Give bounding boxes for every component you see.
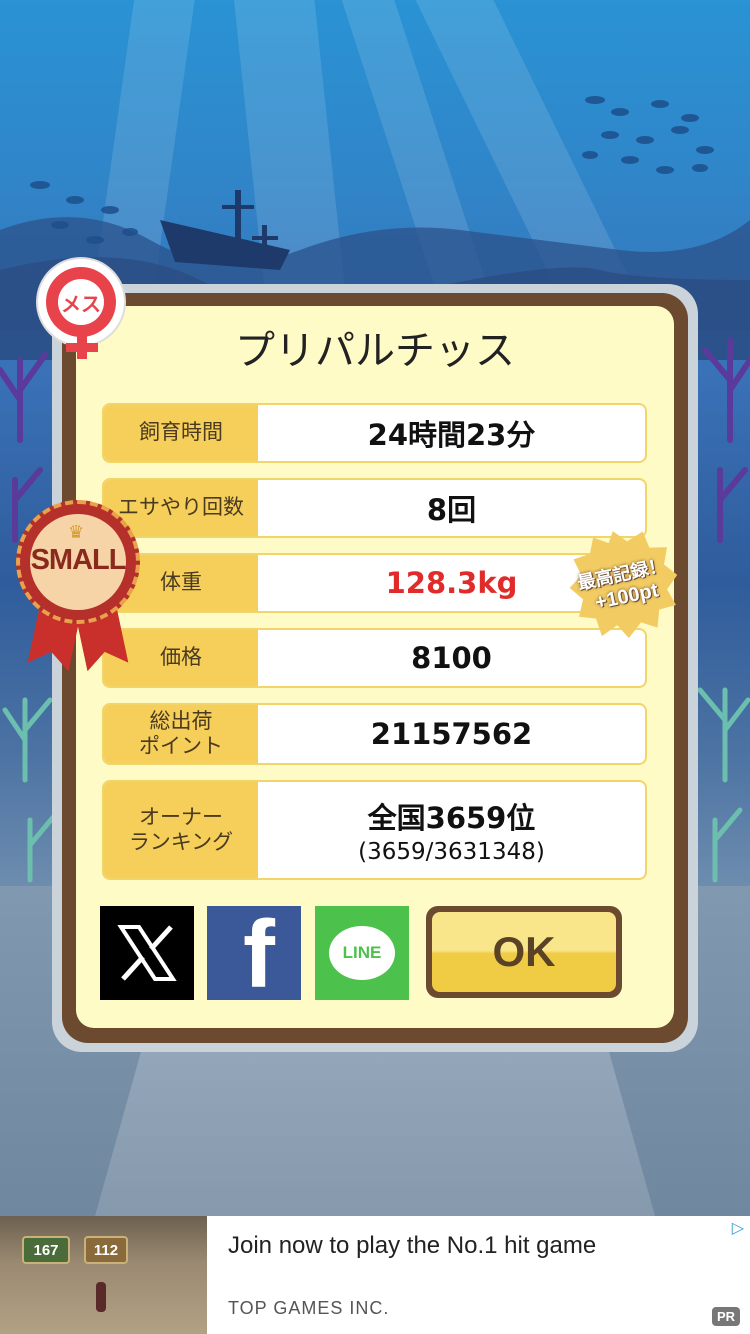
stat-value: 24時間23分: [367, 418, 536, 452]
ok-button[interactable]: OK: [426, 906, 622, 998]
ok-button-label: OK: [432, 912, 616, 992]
size-label: SMALL: [30, 544, 127, 576]
stat-row-breeding-time: 飼育時間 24時間23分: [102, 403, 647, 463]
ad-company: TOP GAMES INC.: [228, 1298, 390, 1318]
stat-value: 8回: [426, 493, 477, 527]
pet-name: プリパルチッス: [235, 328, 515, 374]
ranking-rank: 全国3659位: [367, 801, 536, 835]
gender-label: メス: [58, 279, 104, 325]
stat-label: 飼育時間: [104, 405, 258, 461]
ad-choices-icon[interactable]: ▷: [732, 1218, 744, 1237]
ranking-detail: (3659/3631348): [358, 839, 545, 865]
ad-thumb-counter-right: 112: [84, 1236, 128, 1264]
stat-label: オーナー ランキング: [104, 782, 258, 878]
ad-title[interactable]: Join now to play the No.1 hit game: [228, 1232, 596, 1260]
stat-row-total-points: 総出荷 ポイント 21157562: [102, 703, 647, 765]
x-logo-icon: [117, 925, 177, 981]
ad-banner[interactable]: 167 112 ▷ Join now to play the No.1 hit …: [0, 1216, 750, 1334]
share-line-button[interactable]: LINE: [315, 906, 409, 1000]
stat-row-feed-count: エサやり回数 8回: [102, 478, 647, 538]
stat-label: 総出荷 ポイント: [104, 705, 258, 763]
ranking-value: 全国3659位 (3659/3631348): [258, 782, 645, 878]
stat-value: 21157562: [370, 717, 533, 751]
share-facebook-button[interactable]: f: [207, 906, 301, 1000]
ad-thumbnail[interactable]: 167 112: [0, 1216, 207, 1334]
share-x-button[interactable]: [100, 906, 194, 1000]
line-logo-icon: LINE: [329, 926, 395, 980]
female-gender-icon: メス: [38, 259, 124, 359]
facebook-logo-icon: f: [243, 906, 275, 1000]
ad-thumb-counter-left: 167: [22, 1236, 70, 1264]
stat-row-owner-ranking: オーナー ランキング 全国3659位 (3659/3631348): [102, 780, 647, 880]
stat-row-price: 価格 8100: [102, 628, 647, 688]
ad-pr-badge: PR: [711, 1307, 740, 1326]
size-ribbon-icon: ♛ SMALL: [16, 500, 140, 670]
crown-icon: ♛: [68, 522, 85, 543]
record-badge: 最高記録！ +100pt: [560, 520, 688, 648]
